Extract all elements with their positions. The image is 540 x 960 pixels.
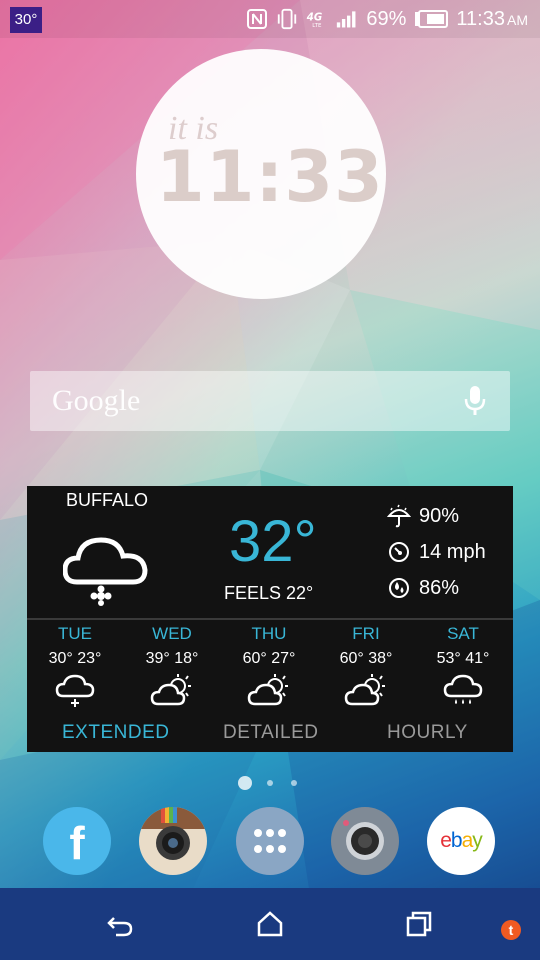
precip-stat: 90% bbox=[387, 504, 459, 528]
4g-lte-icon: 4G LTE bbox=[306, 8, 328, 30]
tab-detailed[interactable]: DETAILED bbox=[223, 722, 319, 744]
rain-cloud-icon bbox=[443, 674, 483, 704]
home-icon[interactable] bbox=[256, 910, 284, 938]
forecast-day[interactable]: WED 39° 18° bbox=[124, 624, 220, 708]
signal-icon bbox=[336, 8, 358, 30]
forecast-day-range: 60° 38° bbox=[339, 650, 393, 667]
facebook-app-icon[interactable]: f bbox=[43, 807, 111, 875]
ebay-app-icon[interactable]: ebay bbox=[427, 807, 495, 875]
instagram-app-icon[interactable] bbox=[139, 807, 207, 875]
forecast-day-range: 30° 23° bbox=[48, 650, 102, 667]
precip-value: 90% bbox=[419, 504, 460, 527]
ebay-logo: ebay bbox=[440, 829, 483, 852]
camera-lens-icon bbox=[343, 820, 384, 860]
grid-dots-icon bbox=[254, 829, 286, 853]
svg-text:4G: 4G bbox=[306, 13, 322, 24]
forecast-day[interactable]: FRI 60° 38° bbox=[318, 624, 414, 708]
navigation-bar: t bbox=[0, 888, 540, 960]
recents-icon[interactable] bbox=[405, 910, 433, 938]
svg-text:LTE: LTE bbox=[313, 23, 323, 29]
forecast-day-range: 53° 41° bbox=[436, 650, 490, 667]
forecast-day[interactable]: SAT 53° 41° bbox=[415, 624, 511, 708]
feels-like: FEELS 22° bbox=[224, 583, 314, 603]
forecast-day-name: THU bbox=[251, 624, 287, 643]
battery-icon bbox=[414, 8, 449, 30]
camera-app-icon[interactable] bbox=[331, 807, 399, 875]
forecast-day-name: TUE bbox=[58, 624, 92, 643]
status-time: 11:33 AM bbox=[456, 7, 528, 30]
vibrate-icon bbox=[276, 8, 298, 30]
tapatalk-notification-icon[interactable]: t bbox=[501, 920, 521, 940]
google-logo: Google bbox=[52, 384, 141, 417]
current-temp: 32° bbox=[229, 509, 317, 574]
partly-sunny-icon bbox=[150, 674, 191, 706]
forecast-day-name: WED bbox=[152, 624, 192, 643]
forecast-day-range: 39° 18° bbox=[145, 650, 199, 667]
page-dot[interactable] bbox=[291, 780, 297, 786]
instagram-camera-icon bbox=[139, 807, 207, 860]
page-dot-active[interactable] bbox=[238, 776, 252, 790]
app-drawer-button[interactable] bbox=[236, 807, 304, 875]
facebook-logo: f bbox=[69, 817, 85, 869]
wind-value: 14 mph bbox=[419, 540, 486, 563]
status-bar: 30° 4G LTE 69% 11:33 AM bbox=[0, 0, 540, 38]
weather-divider bbox=[27, 618, 513, 620]
umbrella-rain-icon bbox=[387, 504, 411, 528]
nfc-icon bbox=[246, 8, 268, 30]
wind-stat: 14 mph bbox=[387, 540, 486, 564]
battery-percent: 69% bbox=[366, 7, 407, 30]
mic-icon[interactable] bbox=[462, 385, 488, 417]
weather-temp-badge[interactable]: 30° bbox=[10, 7, 42, 33]
forecast-day-range: 60° 27° bbox=[242, 650, 296, 667]
page-dot[interactable] bbox=[267, 780, 273, 786]
back-icon[interactable] bbox=[106, 910, 134, 938]
google-search-bar[interactable]: Google bbox=[30, 371, 510, 431]
weather-widget[interactable]: BUFFALO 32° FEELS 22° 90% 14 mph 86% TUE… bbox=[27, 486, 513, 752]
forecast-day[interactable]: THU 60° 27° bbox=[221, 624, 317, 708]
forecast-day-name: FRI bbox=[352, 624, 380, 643]
humidity-icon bbox=[389, 578, 409, 598]
humidity-value: 86% bbox=[419, 576, 460, 599]
partly-sunny-icon bbox=[247, 674, 288, 706]
forecast-day[interactable]: TUE 30° 23° bbox=[27, 624, 123, 708]
clock-time: 11:33 bbox=[156, 136, 384, 218]
tab-hourly[interactable]: HOURLY bbox=[387, 722, 468, 744]
tab-extended[interactable]: EXTENDED bbox=[62, 722, 169, 744]
humidity-stat: 86% bbox=[387, 576, 459, 600]
snow-cloud-icon bbox=[55, 674, 95, 707]
partly-sunny-icon bbox=[344, 674, 385, 706]
wind-gauge-icon bbox=[389, 542, 409, 562]
snow-cloud-icon bbox=[63, 537, 148, 606]
weather-city: BUFFALO bbox=[66, 490, 149, 510]
forecast-day-name: SAT bbox=[447, 624, 479, 643]
